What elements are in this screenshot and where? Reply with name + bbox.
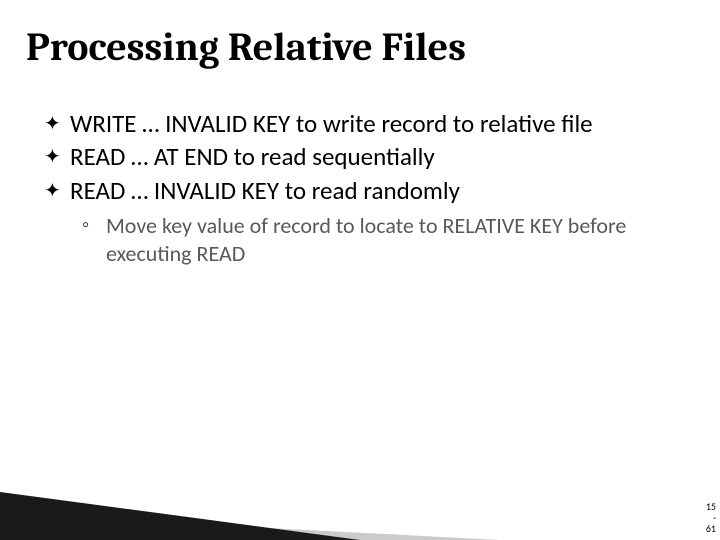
sub-list-item-text: Move key value of record to locate to RE…: [106, 212, 626, 268]
list-item: ✦ WRITE … INVALID KEY to write record to…: [40, 108, 680, 139]
page-number: 15 - 61: [706, 501, 716, 534]
list-item-text: READ … AT END to read sequentially: [70, 141, 435, 172]
bullet-icon: ✦: [44, 108, 61, 140]
bullet-icon: ✦: [44, 175, 61, 207]
bullet-icon: ✦: [44, 141, 61, 173]
sub-list-item: ◦ Move key value of record to locate to …: [80, 212, 680, 269]
slide-title: Processing Relative Files: [26, 24, 466, 70]
list-item-text: READ … INVALID KEY to read randomly: [70, 175, 460, 206]
list-item-text: WRITE … INVALID KEY to write record to r…: [70, 108, 593, 139]
list-item: ✦ READ … AT END to read sequentially: [40, 141, 680, 172]
sub-bullet-icon: ◦: [82, 212, 89, 238]
bullet-list: ✦ WRITE … INVALID KEY to write record to…: [40, 108, 680, 269]
sub-list: ◦ Move key value of record to locate to …: [80, 212, 680, 269]
list-item: ✦ READ … INVALID KEY to read randomly ◦ …: [40, 175, 680, 269]
decor-wedge-dark: [0, 492, 360, 540]
slide: Processing Relative Files ✦ WRITE … INVA…: [0, 0, 720, 540]
slide-body: ✦ WRITE … INVALID KEY to write record to…: [40, 108, 680, 271]
page-num: 61: [706, 522, 716, 535]
